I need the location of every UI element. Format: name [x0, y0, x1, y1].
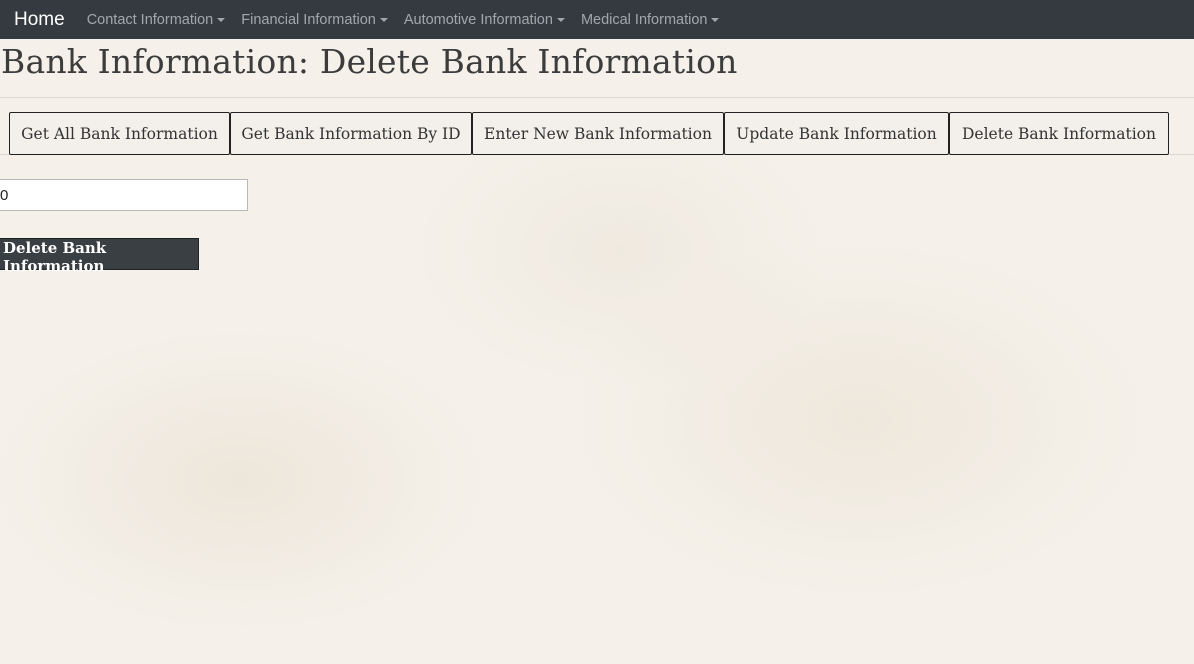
financial-information-menu[interactable]: Financial Information [241, 12, 388, 28]
page-title: Bank Information: Delete Bank Informatio… [1, 42, 738, 81]
caret-down-icon [556, 18, 565, 22]
bank-id-input[interactable] [0, 179, 248, 211]
financial-information-label: Financial Information [241, 11, 376, 28]
contact-information-label: Contact Information [86, 11, 214, 28]
contact-information-menu[interactable]: Contact Information [87, 12, 226, 28]
bank-action-tabs: Get All Bank Information Get Bank Inform… [9, 112, 1169, 155]
caret-down-icon [711, 18, 720, 22]
medical-information-label: Medical Information [580, 11, 708, 28]
medical-information-menu[interactable]: Medical Information [581, 12, 720, 28]
tabs-divider [0, 154, 1194, 155]
automotive-information-menu[interactable]: Automotive Information [404, 12, 565, 28]
tab-delete-bank-information[interactable]: Delete Bank Information [949, 112, 1169, 155]
title-divider [0, 97, 1194, 98]
top-navbar: Home Contact Information Financial Infor… [0, 0, 1194, 39]
tab-get-bank-information-by-id[interactable]: Get Bank Information By ID [230, 112, 472, 155]
tab-get-all-bank-information[interactable]: Get All Bank Information [9, 112, 230, 155]
delete-bank-information-button[interactable]: Delete Bank Information [0, 238, 199, 275]
caret-down-icon [217, 18, 226, 22]
automotive-information-label: Automotive Information [403, 11, 553, 28]
tab-enter-new-bank-information[interactable]: Enter New Bank Information [472, 112, 724, 155]
home-link[interactable]: Home [14, 9, 65, 31]
caret-down-icon [379, 18, 388, 22]
tab-update-bank-information[interactable]: Update Bank Information [724, 112, 949, 155]
